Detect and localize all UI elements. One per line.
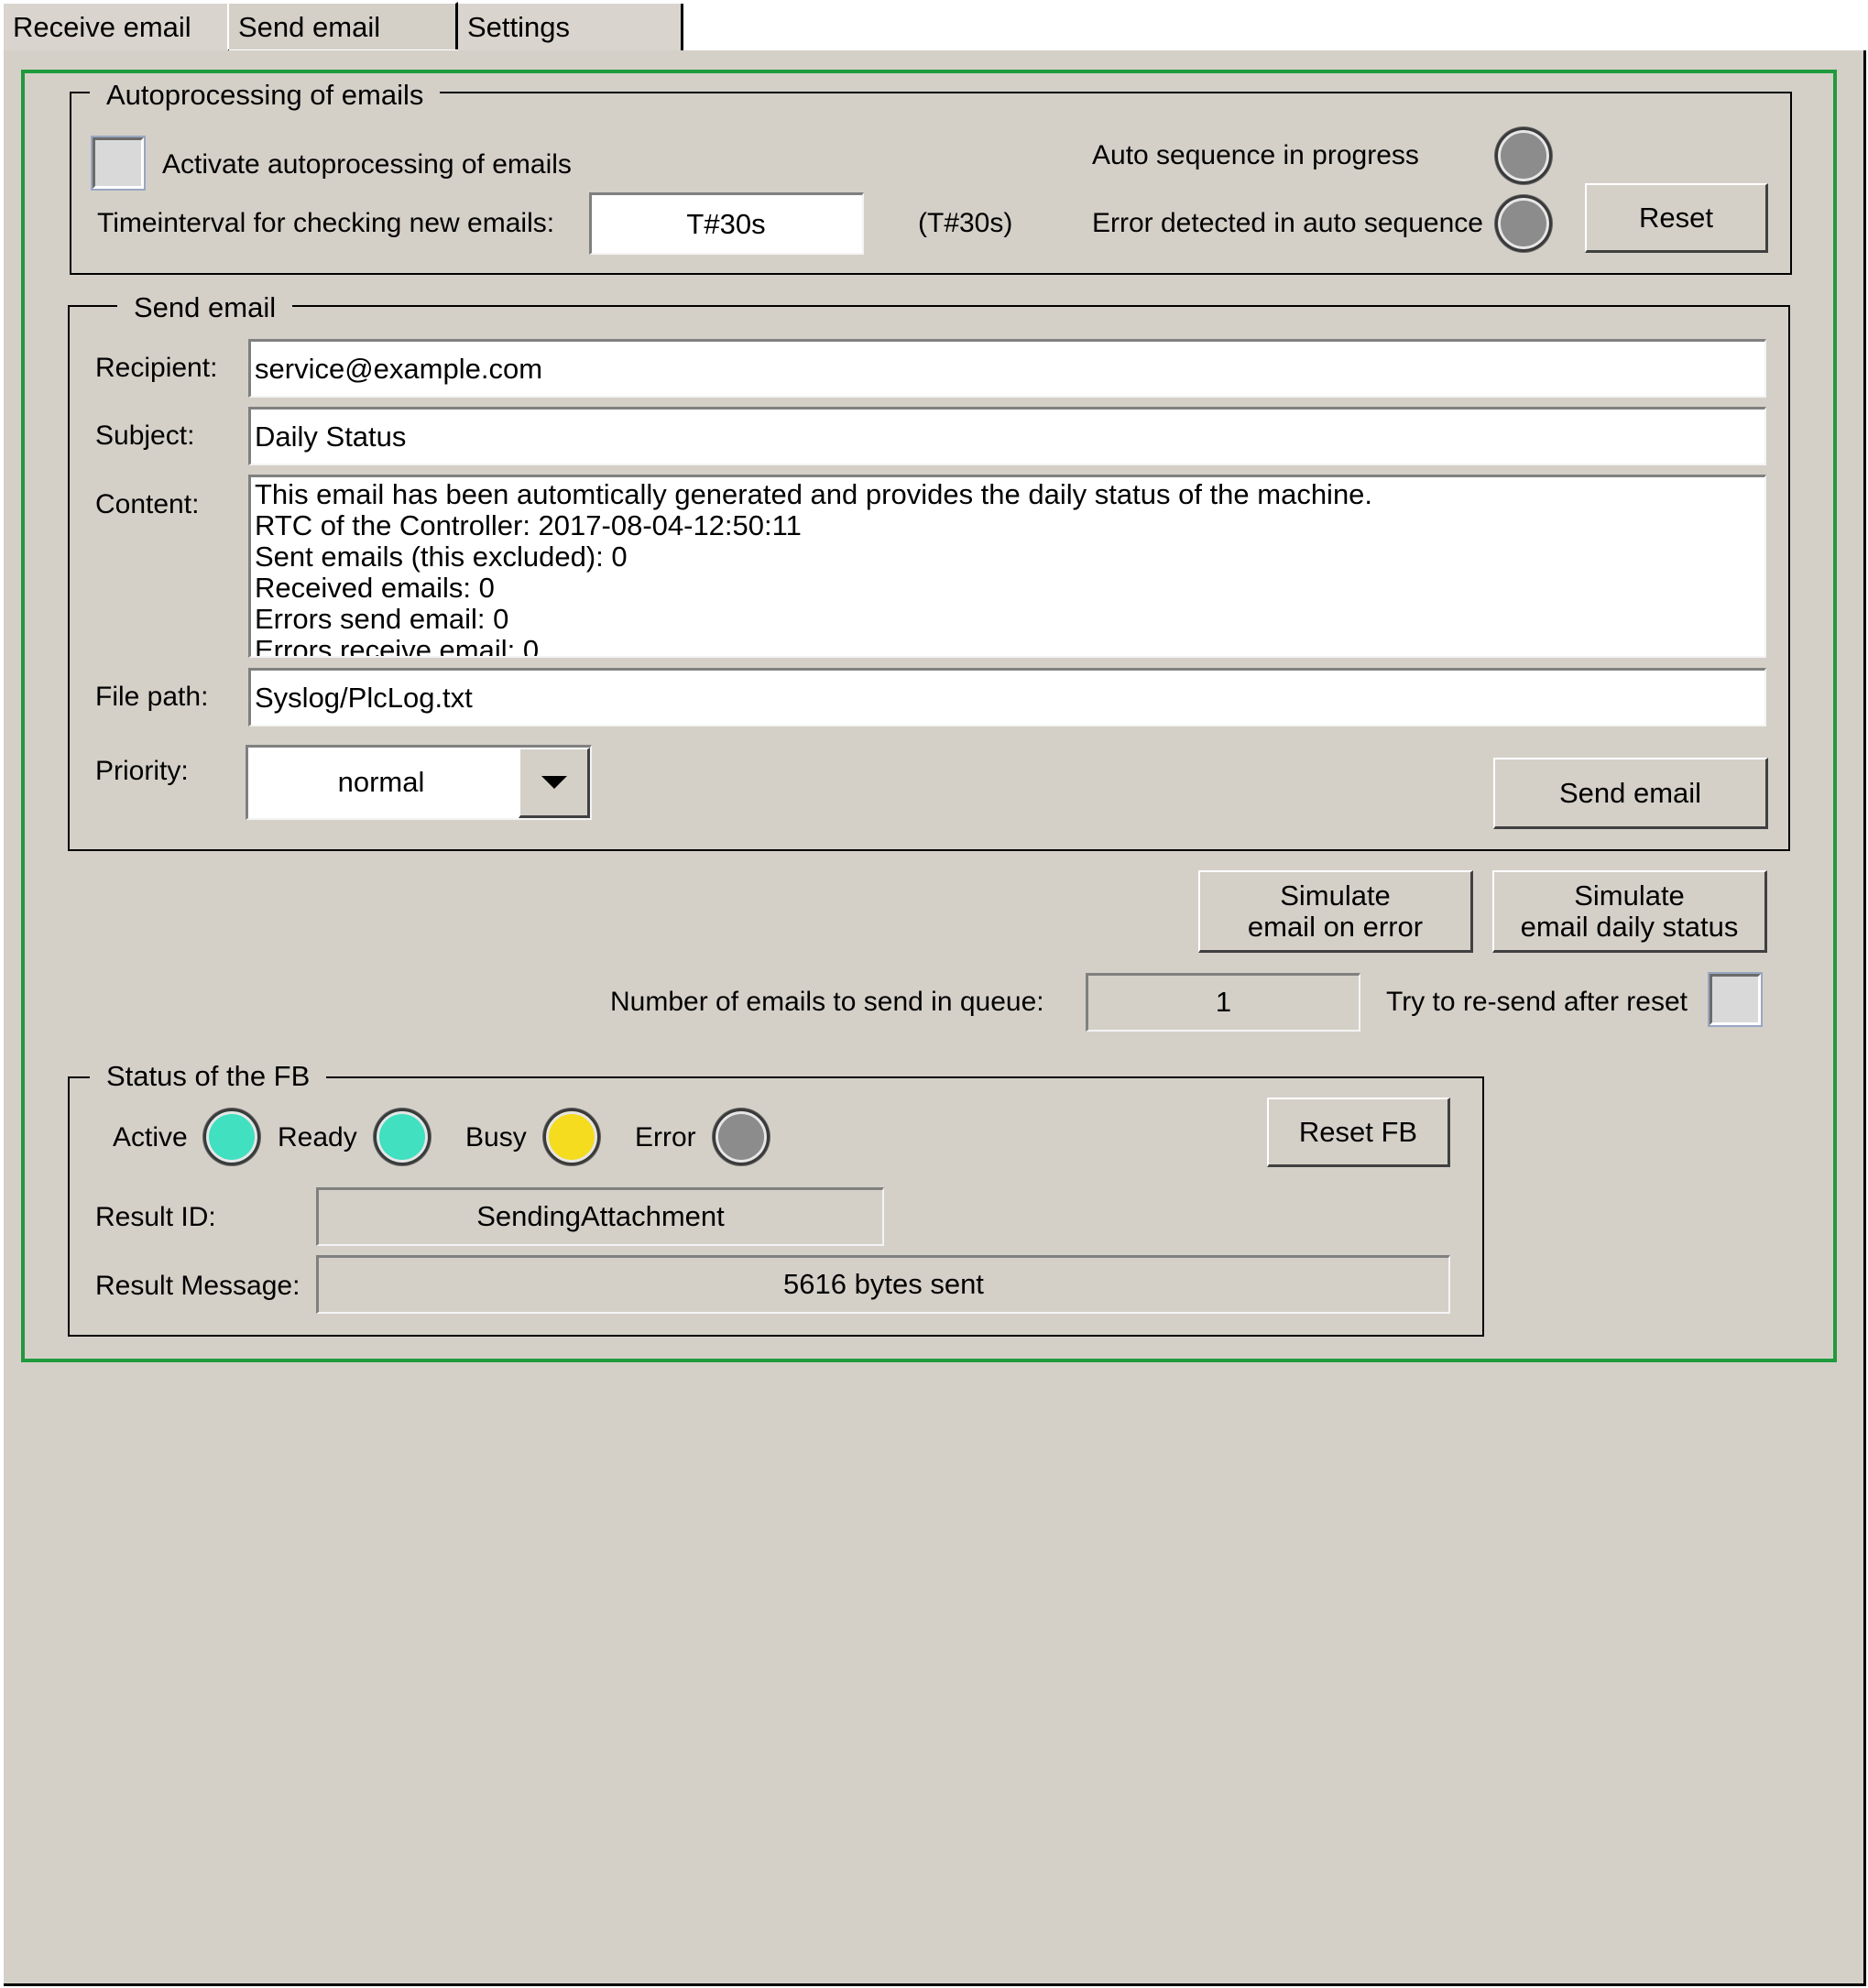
content-textarea[interactable]: This email has been automtically generat…: [248, 475, 1766, 658]
result-id-value: SendingAttachment: [316, 1187, 884, 1246]
auto-error-label: Error detected in auto sequence: [1092, 208, 1483, 238]
simulate-daily-line1: Simulate: [1574, 879, 1685, 912]
send-email-button[interactable]: Send email: [1493, 758, 1768, 829]
ready-label: Ready: [278, 1122, 357, 1152]
queue-label: Number of emails to send in queue:: [610, 987, 1044, 1017]
result-id-label: Result ID:: [95, 1202, 216, 1232]
tab-send-email[interactable]: Send email: [227, 2, 458, 49]
interval-label: Timeinterval for checking new emails:: [97, 208, 555, 238]
tab-settings[interactable]: Settings: [458, 4, 683, 51]
priority-select[interactable]: normal: [246, 745, 592, 820]
result-message-value: 5616 bytes sent: [316, 1255, 1450, 1314]
priority-dropdown-button[interactable]: [519, 748, 590, 818]
error-label: Error: [635, 1122, 696, 1152]
resend-checkbox[interactable]: [1708, 972, 1763, 1027]
recipient-input[interactable]: [248, 339, 1766, 398]
send-email-button-label: Send email: [1558, 776, 1702, 809]
in-progress-lamp: [1495, 127, 1552, 184]
in-progress-label: Auto sequence in progress: [1092, 140, 1419, 170]
tab-label: Send email: [238, 11, 381, 43]
autoprocessing-legend: Autoprocessing of emails: [90, 79, 441, 112]
subject-label: Subject:: [95, 421, 195, 451]
queue-count: 1: [1086, 973, 1360, 1032]
auto-error-lamp: [1495, 195, 1552, 252]
reset-button[interactable]: Reset: [1585, 183, 1768, 253]
status-fb-legend: Status of the FB: [90, 1060, 327, 1093]
content-label: Content:: [95, 489, 200, 519]
activate-autoprocessing-label: Activate autoprocessing of emails: [162, 149, 572, 180]
reset-fb-button[interactable]: Reset FB: [1267, 1098, 1450, 1167]
tab-receive-email[interactable]: Receive email: [4, 4, 229, 51]
tab-label: Settings: [467, 11, 571, 43]
simulate-daily-line2: email daily status: [1520, 910, 1739, 943]
subject-input[interactable]: [248, 407, 1766, 465]
send-email-legend: Send email: [117, 291, 293, 324]
simulate-on-error-line2: email on error: [1247, 910, 1424, 943]
result-message-label: Result Message:: [95, 1271, 300, 1301]
filepath-input[interactable]: [248, 668, 1766, 726]
filepath-label: File path:: [95, 682, 209, 712]
tab-label: Receive email: [13, 11, 191, 43]
reset-button-label: Reset: [1639, 201, 1713, 234]
resend-label: Try to re-send after reset: [1386, 987, 1688, 1017]
simulate-on-error-line1: Simulate: [1280, 879, 1391, 912]
simulate-email-daily-status-button[interactable]: Simulate email daily status: [1492, 870, 1767, 953]
activate-autoprocessing-checkbox[interactable]: [91, 136, 146, 191]
priority-label: Priority:: [95, 756, 189, 786]
active-lamp: [203, 1109, 260, 1165]
chevron-down-icon: [541, 776, 567, 789]
error-lamp: [713, 1109, 770, 1165]
simulate-email-on-error-button[interactable]: Simulate email on error: [1198, 870, 1473, 953]
reset-fb-button-label: Reset FB: [1298, 1115, 1418, 1148]
interval-input[interactable]: [589, 192, 864, 255]
ready-lamp: [374, 1109, 431, 1165]
busy-label: Busy: [465, 1122, 527, 1152]
recipient-label: Recipient:: [95, 353, 218, 383]
priority-value: normal: [337, 766, 425, 798]
active-label: Active: [113, 1122, 188, 1152]
interval-hint: (T#30s): [918, 208, 1013, 238]
busy-lamp: [543, 1109, 600, 1165]
